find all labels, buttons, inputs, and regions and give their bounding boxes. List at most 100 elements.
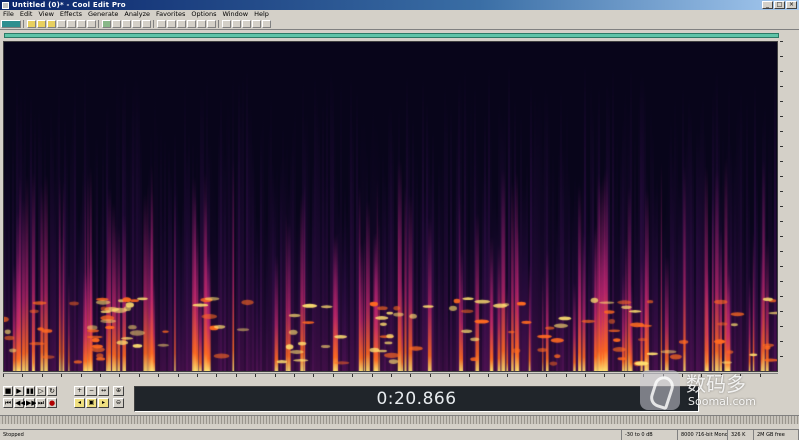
- zoom-out-vertical-button[interactable]: ⊖: [113, 398, 124, 408]
- time-display: 0:20.866: [134, 386, 699, 412]
- multitrack-toggle-button[interactable]: [1, 20, 21, 28]
- repeat-button[interactable]: [122, 20, 131, 28]
- rewind-button[interactable]: ◀◀: [14, 398, 26, 408]
- frequency-ruler-tick: [780, 161, 783, 162]
- redo-button[interactable]: [112, 20, 121, 28]
- zoom-out-horizontal-button[interactable]: −: [86, 386, 97, 396]
- frequency-ruler-tick: [780, 221, 783, 222]
- frequency-ruler-tick: [780, 71, 783, 72]
- paste-button[interactable]: [77, 20, 86, 28]
- copy-button[interactable]: [67, 20, 76, 28]
- time-ruler-tick: [177, 374, 179, 377]
- mix-paste-button[interactable]: [87, 20, 96, 28]
- watermark: 数码多 Soomal.com: [640, 368, 790, 412]
- cut-button[interactable]: [57, 20, 66, 28]
- time-ruler-tick: [604, 374, 606, 377]
- spectral-view-button[interactable]: [167, 20, 176, 28]
- fast-forward-button[interactable]: ▶▶: [25, 398, 37, 408]
- zoom-right-button[interactable]: ▸: [98, 398, 109, 408]
- time-ruler-tick: [100, 374, 101, 377]
- time-ruler-tick: [429, 374, 431, 377]
- zoom-full-button[interactable]: ↔: [98, 386, 109, 396]
- undo-button[interactable]: [102, 20, 111, 28]
- play-to-end-button[interactable]: ▷: [36, 386, 46, 396]
- menu-effects[interactable]: Effects: [57, 10, 85, 19]
- amplify-button[interactable]: [177, 20, 186, 28]
- play-button[interactable]: ▶: [14, 386, 24, 396]
- frequency-ruler-tick: [780, 326, 783, 327]
- noise-reduction-button[interactable]: [207, 20, 216, 28]
- status-bar: Stopped -30 to 0 dB 8000 ?16-bit Mono 32…: [0, 429, 799, 440]
- menu-analyze[interactable]: Analyze: [121, 10, 153, 19]
- time-ruler-tick: [468, 374, 470, 377]
- frequency-ruler-tick: [780, 341, 783, 342]
- spectrogram-canvas[interactable]: [4, 42, 777, 371]
- stop-button[interactable]: ■: [3, 386, 13, 396]
- menu-view[interactable]: View: [35, 10, 56, 19]
- waveform-overview-bar[interactable]: [4, 33, 779, 38]
- delay-button[interactable]: [242, 20, 251, 28]
- frequency-ruler-tick: [780, 251, 783, 252]
- spectral-display[interactable]: [3, 41, 778, 372]
- save-file-button[interactable]: [37, 20, 46, 28]
- vertical-zoom-controls: ⊕ ⊖: [113, 386, 127, 412]
- time-ruler-tick: [546, 374, 548, 377]
- menu-window[interactable]: Window: [219, 10, 251, 19]
- envelope-button[interactable]: [197, 20, 206, 28]
- time-ruler-tick: [255, 374, 257, 377]
- reverb-button[interactable]: [252, 20, 261, 28]
- window-title: Untitled (0)* - Cool Edit Pro: [12, 1, 126, 9]
- frequency-ruler-tick: [780, 131, 783, 132]
- frequency-ruler-tick: [780, 296, 783, 297]
- zoom-selection-button[interactable]: ▣: [86, 398, 97, 408]
- transport-controls: ■ ▶ ▮▮ ▷ ↻ ⏮ ◀◀ ▶▶ ⏭ ●: [3, 386, 67, 412]
- filter-button[interactable]: [222, 20, 231, 28]
- delete-button[interactable]: [132, 20, 141, 28]
- maximize-button[interactable]: □: [774, 1, 785, 9]
- time-ruler-tick: [138, 374, 140, 377]
- settings-button[interactable]: [262, 20, 271, 28]
- pause-button[interactable]: ▮▮: [25, 386, 35, 396]
- menu-options[interactable]: Options: [188, 10, 219, 19]
- toolbar-separator: [153, 20, 154, 28]
- watermark-chinese: 数码多: [686, 372, 746, 396]
- trim-button[interactable]: [142, 20, 151, 28]
- time-ruler-tick: [41, 374, 43, 377]
- zoom-in-vertical-button[interactable]: ⊕: [113, 386, 124, 396]
- menu-edit[interactable]: Edit: [17, 10, 36, 19]
- menu-help[interactable]: Help: [251, 10, 272, 19]
- menu-favorites[interactable]: Favorites: [153, 10, 188, 19]
- watermark-url: Soomal.com: [688, 395, 756, 408]
- eq-button[interactable]: [232, 20, 241, 28]
- frequency-ruler-tick: [780, 311, 783, 312]
- menu-generate[interactable]: Generate: [85, 10, 121, 19]
- frequency-ruler-tick: [780, 281, 783, 282]
- frequency-ruler-tick: [780, 191, 783, 192]
- zoom-left-button[interactable]: ◂: [74, 398, 85, 408]
- frequency-ruler-tick: [780, 146, 783, 147]
- close-button[interactable]: ×: [786, 1, 797, 9]
- go-to-end-button[interactable]: ⏭: [36, 398, 46, 408]
- waveform-view-button[interactable]: [157, 20, 166, 28]
- zoom-in-horizontal-button[interactable]: +: [74, 386, 85, 396]
- new-file-button[interactable]: [47, 20, 56, 28]
- go-to-start-button[interactable]: ⏮: [3, 398, 13, 408]
- frequency-ruler-tick: [780, 116, 783, 117]
- time-ruler-tick: [313, 374, 315, 377]
- minimize-button[interactable]: _: [762, 1, 773, 9]
- loop-button[interactable]: ↻: [47, 386, 57, 396]
- time-ruler-tick: [216, 374, 218, 377]
- time-ruler-tick: [410, 374, 412, 377]
- time-ruler-tick: [623, 374, 625, 377]
- time-ruler-tick: [507, 374, 509, 377]
- frequency-ruler-tick: [780, 236, 783, 237]
- record-button[interactable]: ●: [47, 398, 57, 408]
- horizontal-scrollbar[interactable]: [0, 415, 799, 424]
- time-ruler-tick: [3, 374, 4, 377]
- current-time: 0:20.866: [376, 389, 457, 409]
- open-file-button[interactable]: [27, 20, 36, 28]
- time-ruler-tick: [352, 374, 354, 377]
- frequency-ruler: [779, 41, 799, 372]
- normalize-button[interactable]: [187, 20, 196, 28]
- menu-file[interactable]: File: [0, 10, 17, 19]
